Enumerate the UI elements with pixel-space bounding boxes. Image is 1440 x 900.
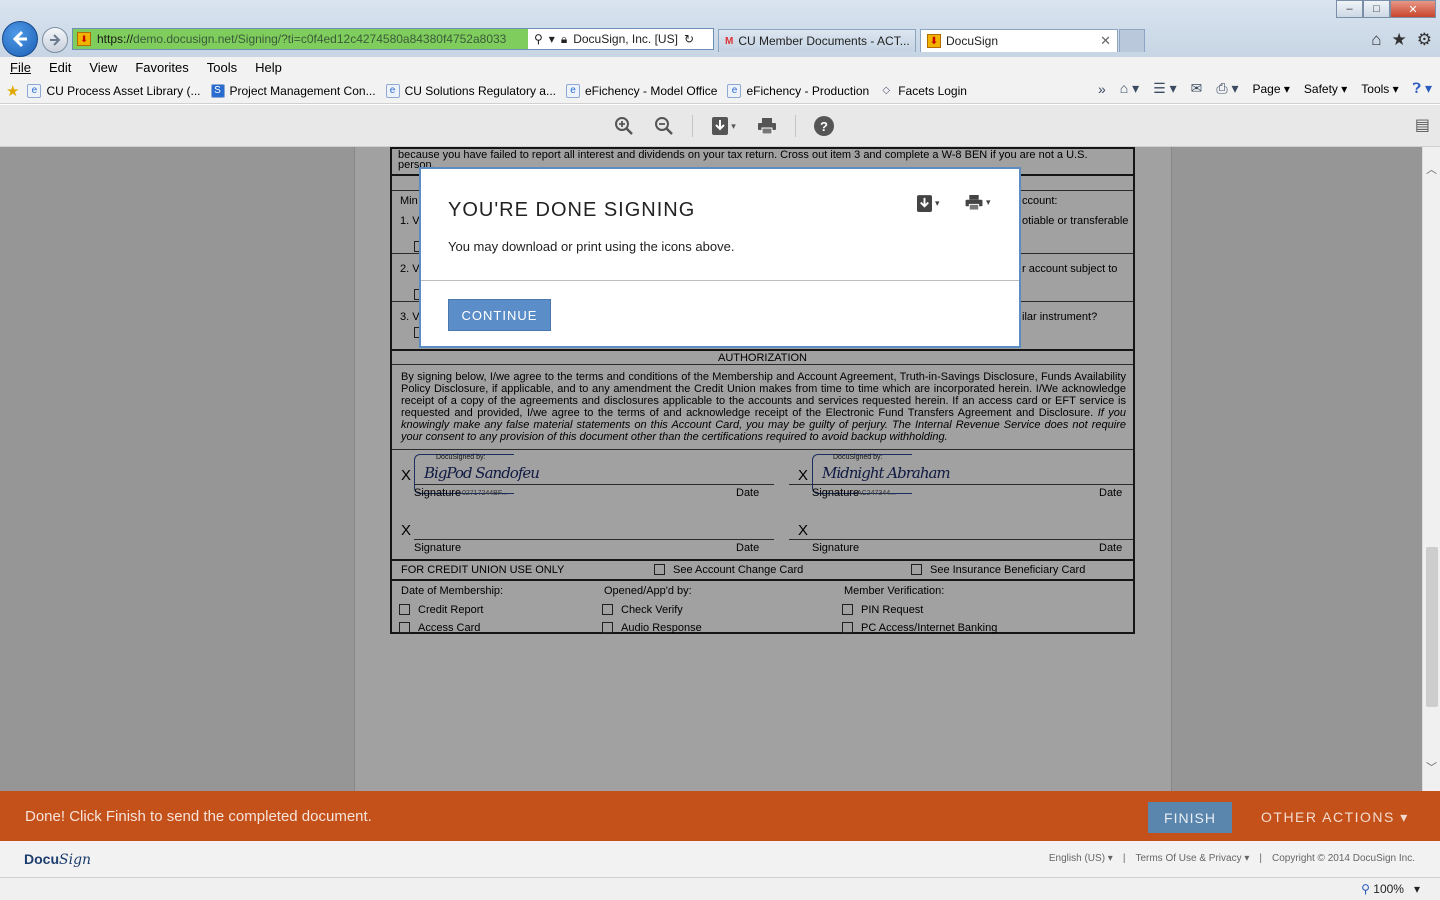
print-icon[interactable] xyxy=(755,115,779,137)
address-url-text: https://demo.docusign.net/Signing/?ti=c0… xyxy=(97,32,507,46)
favorite-facets-login[interactable]: ◇ Facets Login xyxy=(879,84,967,98)
document-toolbar: ▾ ? xyxy=(0,105,1440,147)
download-icon xyxy=(917,195,932,212)
favorites-star-icon[interactable]: ★ xyxy=(1392,30,1407,50)
tab-docusign[interactable]: ⬇ DocuSign ✕ xyxy=(920,29,1118,52)
lock-icon[interactable]: 🔒︎ xyxy=(561,32,567,47)
menu-edit[interactable]: Edit xyxy=(49,60,71,75)
maximize-button[interactable]: □ xyxy=(1363,0,1390,18)
ie-page-icon: e xyxy=(565,83,580,98)
footer-separator: | xyxy=(1122,853,1126,864)
address-url-field[interactable]: ⬇ https://demo.docusign.net/Signing/?ti=… xyxy=(73,29,528,49)
gmail-icon: M xyxy=(725,35,734,47)
arrow-left-icon xyxy=(12,30,27,48)
favorite-efichency-model[interactable]: e eFichency - Model Office xyxy=(565,83,717,98)
feeds-icon[interactable]: ☰ ▾ xyxy=(1153,80,1176,97)
ie-page-icon: e xyxy=(27,83,42,98)
menu-favorites[interactable]: Favorites xyxy=(135,60,188,75)
print-button[interactable]: ▾ xyxy=(965,195,991,210)
dialog-title: YOU'RE DONE SIGNING xyxy=(448,199,696,221)
new-tab-button[interactable] xyxy=(1119,29,1145,52)
docusign-favicon-icon: ⬇ xyxy=(77,32,91,46)
browser-title-bar: ⬇ https://demo.docusign.net/Signing/?ti=… xyxy=(0,0,1440,57)
menu-help[interactable]: Help xyxy=(255,60,282,75)
continue-button[interactable]: CONTINUE xyxy=(448,299,551,331)
menu-file[interactable]: File xyxy=(10,60,31,75)
dialog-message: You may download or print using the icon… xyxy=(448,239,735,254)
arrow-right-icon xyxy=(50,34,61,46)
sharepoint-icon: S xyxy=(210,83,225,98)
docusign-logo: DocuSign xyxy=(24,851,92,868)
copyright-text: Copyright © 2014 DocuSign Inc. xyxy=(1271,853,1415,864)
ie-page-icon: e xyxy=(727,83,742,98)
page-menu[interactable]: Page ▾ xyxy=(1253,82,1290,96)
help-circle-icon[interactable]: ❓︎ ▾ xyxy=(1413,80,1432,97)
download-button[interactable]: ▾ xyxy=(917,195,940,212)
search-icon[interactable]: ⚲ xyxy=(534,32,543,46)
browser-status-bar: ⚲ 100% ▾ xyxy=(0,877,1440,900)
tab-label: DocuSign xyxy=(946,34,999,48)
tools-menu[interactable]: Tools ▾ xyxy=(1361,82,1398,96)
more-chevron-icon[interactable]: » xyxy=(1098,81,1106,97)
toolbar-divider xyxy=(795,115,796,137)
help-button[interactable]: ? xyxy=(812,115,836,137)
dialog-divider xyxy=(421,280,1019,281)
docusign-tab-icon: ⬇ xyxy=(927,34,941,48)
favorite-efichency-production[interactable]: e eFichency - Production xyxy=(727,83,869,98)
add-favorite-star-icon[interactable]: ★ xyxy=(6,82,19,100)
address-bar[interactable]: ⬇ https://demo.docusign.net/Signing/?ti=… xyxy=(72,28,714,50)
scroll-thumb[interactable] xyxy=(1426,547,1438,707)
chevron-down-icon: ▾ xyxy=(986,197,991,207)
back-button[interactable] xyxy=(2,21,38,57)
close-tab-icon[interactable]: ✕ xyxy=(1100,33,1111,49)
ie-page-icon: e xyxy=(385,83,400,98)
footer-separator: | xyxy=(1259,853,1262,864)
chevron-down-icon: ▾ xyxy=(935,198,940,208)
home-icon[interactable]: ⌂ xyxy=(1371,30,1381,50)
minimize-button[interactable]: – xyxy=(1336,0,1363,18)
certificate-label[interactable]: DocuSign, Inc. [US] xyxy=(573,32,678,46)
tab-member-documents[interactable]: M CU Member Documents - ACT... xyxy=(718,29,916,52)
zoom-out-icon[interactable] xyxy=(652,115,676,137)
print-icon[interactable]: ⎙ ▾ xyxy=(1216,80,1238,97)
zoom-in-icon[interactable] xyxy=(612,115,636,137)
safety-menu[interactable]: Safety ▾ xyxy=(1304,82,1347,96)
zoom-level[interactable]: ⚲ 100% ▾ xyxy=(1361,882,1420,896)
download-icon[interactable]: ▾ xyxy=(709,115,739,137)
command-bar: » ⌂ ▾ ☰ ▾ ✉ ⎙ ▾ Page ▾ Safety ▾ Tools ▾ … xyxy=(1098,80,1432,97)
document-scrollbar[interactable]: ︿ ﹀ xyxy=(1422,147,1440,791)
menu-bar: File Edit View Favorites Tools Help xyxy=(0,57,1440,78)
dropdown-icon[interactable]: ▾ xyxy=(549,32,555,46)
tab-label: CU Member Documents - ACT... xyxy=(738,34,910,48)
docusign-footer: DocuSign English (US) ▾ | Terms Of Use &… xyxy=(0,841,1440,877)
diamond-icon: ◇ xyxy=(882,85,891,96)
menu-tools[interactable]: Tools xyxy=(207,60,237,75)
close-window-button[interactable]: ✕ xyxy=(1390,0,1436,18)
favorite-project-management[interactable]: S Project Management Con... xyxy=(210,83,376,98)
forward-button[interactable] xyxy=(42,27,68,53)
favorite-cu-process[interactable]: e CU Process Asset Library (... xyxy=(27,83,201,98)
mail-icon[interactable]: ✉ xyxy=(1191,80,1203,97)
settings-gear-icon[interactable]: ⚙ xyxy=(1417,30,1432,50)
finish-action-bar: Done! Click Finish to send the completed… xyxy=(0,791,1440,841)
scroll-up-icon[interactable]: ︿ xyxy=(1426,161,1437,177)
toolbar-divider xyxy=(692,115,693,137)
finish-button[interactable]: FINISH xyxy=(1148,802,1232,833)
terms-privacy-link[interactable]: Terms Of Use & Privacy ▾ xyxy=(1135,853,1249,864)
home-icon[interactable]: ⌂ ▾ xyxy=(1120,80,1139,97)
other-actions-menu[interactable]: OTHER ACTIONS ▾ xyxy=(1261,809,1409,826)
menu-view[interactable]: View xyxy=(89,60,117,75)
print-icon xyxy=(965,195,983,210)
scroll-down-icon[interactable]: ﹀ xyxy=(1426,759,1437,775)
finish-message: Done! Click Finish to send the completed… xyxy=(25,808,372,825)
refresh-icon[interactable]: ↻ xyxy=(684,32,694,46)
language-selector[interactable]: English (US) ▾ xyxy=(1049,853,1113,864)
zoom-magnifier-icon: ⚲ xyxy=(1361,882,1370,896)
done-signing-dialog: YOU'RE DONE SIGNING You may download or … xyxy=(419,167,1021,348)
page-thumbnails-icon[interactable]: ▤ xyxy=(1415,115,1430,135)
help-icon: ? xyxy=(814,116,834,136)
favorite-cu-solutions[interactable]: e CU Solutions Regulatory a... xyxy=(385,83,556,98)
